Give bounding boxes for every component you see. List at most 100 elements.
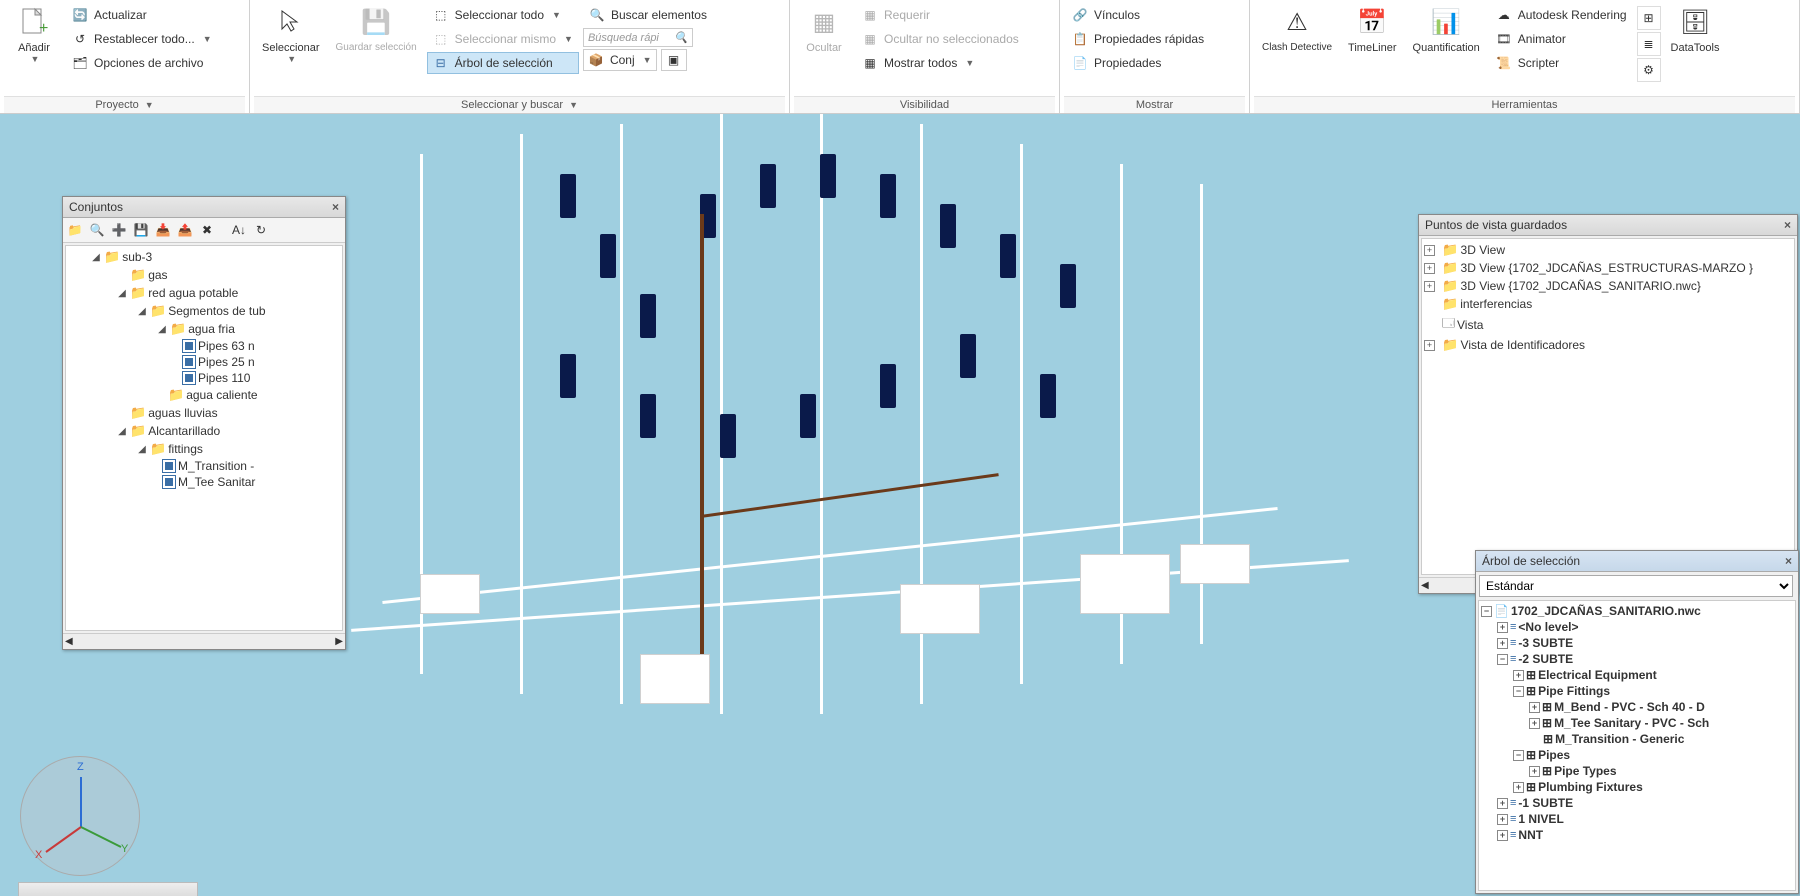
arbol-tree[interactable]: −📄1702_JDCAÑAS_SANITARIO.nwc +≡<No level… [1478, 600, 1796, 891]
datatools-button[interactable]: 🗄 DataTools [1663, 2, 1728, 58]
node-plumb[interactable]: +⊞Plumbing Fixtures [1481, 779, 1793, 795]
node-root[interactable]: −📄1702_JDCAÑAS_SANITARIO.nwc [1481, 603, 1793, 619]
item-icon: ⊞ [1542, 700, 1552, 714]
ocultar-no-sel-button[interactable]: ▦Ocultar no seleccionados [856, 28, 1025, 50]
mostrar-todos-button[interactable]: ▦Mostrar todos▼ [856, 52, 1025, 74]
tool-add[interactable]: ➕ [109, 220, 129, 240]
seleccionar-button[interactable]: Seleccionar ▼ [254, 2, 327, 68]
rendering-button[interactable]: ☁Autodesk Rendering [1490, 4, 1633, 26]
tool-sort[interactable]: A↓ [229, 220, 249, 240]
tool-btn-2[interactable]: ≣ [1637, 32, 1661, 56]
vp-3dview[interactable]: + 📁3D View [1424, 241, 1792, 259]
opciones-archivo-button[interactable]: 🗂Opciones de archivo [66, 52, 218, 74]
conjuntos-titlebar[interactable]: Conjuntos × [63, 197, 345, 218]
tool-export[interactable]: 📤 [175, 220, 195, 240]
tree-node-mtee[interactable]: M_Tee Sanitar [68, 474, 340, 490]
node-pipetypes[interactable]: +⊞Pipe Types [1481, 763, 1793, 779]
tree-node-alcantarillado[interactable]: ◢📁Alcantarillado [68, 422, 340, 440]
close-icon[interactable]: × [332, 200, 339, 214]
conjuntos-tree[interactable]: ◢📁sub-3 📁gas ◢📁red agua potable ◢📁Segmen… [65, 245, 343, 631]
node-mbend[interactable]: +⊞M_Bend - PVC - Sch 40 - D [1481, 699, 1793, 715]
node-mtee[interactable]: +⊞M_Tee Sanitary - PVC - Sch [1481, 715, 1793, 731]
tool-new-folder[interactable]: 📁 [65, 220, 85, 240]
arbol-seleccion-button[interactable]: ⊟Árbol de selección [427, 52, 579, 74]
restablecer-button[interactable]: ↺Restablecer todo...▼ [66, 28, 218, 50]
guardar-seleccion-button[interactable]: 💾 Guardar selección [327, 2, 424, 57]
tree-node-agua-fria[interactable]: ◢📁agua fria [68, 320, 340, 338]
node-pipefit[interactable]: −⊞Pipe Fittings [1481, 683, 1793, 699]
node-nolevel[interactable]: +≡<No level> [1481, 619, 1793, 635]
props-icon: 📄 [1072, 55, 1088, 71]
vinculos-button[interactable]: 🔗Vínculos [1066, 4, 1210, 26]
propiedades-button[interactable]: 📄Propiedades [1066, 52, 1210, 74]
group-label-seleccionar: Seleccionar y buscar [461, 99, 563, 111]
folder-icon: 📁 [130, 405, 146, 421]
puntos-titlebar[interactable]: Puntos de vista guardados × [1419, 215, 1797, 236]
seleccionar-mismo-button[interactable]: ⬚Seleccionar mismo▼ [427, 28, 579, 50]
puntos-tree[interactable]: + 📁3D View + 📁3D View {1702_JDCAÑAS_ESTR… [1421, 238, 1795, 575]
item-icon: ⊞ [1542, 716, 1552, 730]
conjuntos-hscroll[interactable]: ◀▶ [63, 633, 345, 649]
conjuntos-button[interactable]: 📦Conj▼ [583, 49, 657, 71]
vp-interferencias[interactable]: 📁interferencias [1424, 295, 1792, 313]
tool-search[interactable]: 🔍 [87, 220, 107, 240]
node-s2[interactable]: −≡-2 SUBTE [1481, 651, 1793, 667]
vp-3dview-sanitario[interactable]: + 📁3D View {1702_JDCAÑAS_SANITARIO.nwc} [1424, 277, 1792, 295]
node-s1[interactable]: +≡-1 SUBTE [1481, 795, 1793, 811]
propiedades-rapidas-button[interactable]: 📋Propiedades rápidas [1066, 28, 1210, 50]
node-s3[interactable]: +≡-3 SUBTE [1481, 635, 1793, 651]
node-mtrans[interactable]: ⊞M_Transition - Generic [1481, 731, 1793, 747]
tool-import[interactable]: 📥 [153, 220, 173, 240]
timeliner-button[interactable]: 📅 TimeLiner [1340, 2, 1405, 58]
tree-node-pipes110[interactable]: Pipes 110 [68, 370, 340, 386]
group-label-visibilidad: Visibilidad [900, 99, 949, 111]
busqueda-rapida-input[interactable]: Búsqueda rápi🔍 [583, 28, 693, 47]
clash-icon: ⚠ [1281, 6, 1313, 38]
item-icon: ⊞ [1542, 764, 1552, 778]
node-nnt[interactable]: +≡NNT [1481, 827, 1793, 843]
arbol-mode-select[interactable]: Estándar [1479, 575, 1793, 597]
tree-node-fittings[interactable]: ◢📁fittings [68, 440, 340, 458]
seleccionar-todo-button[interactable]: ⬚Seleccionar todo▼ [427, 4, 579, 26]
scripter-button[interactable]: 📜Scripter [1490, 52, 1633, 74]
sets-aux-button[interactable]: ▣ [661, 49, 687, 71]
tree-node-gas[interactable]: 📁gas [68, 266, 340, 284]
tree-node-agua-caliente[interactable]: 📁agua caliente [68, 386, 340, 404]
actualizar-button[interactable]: 🔄Actualizar [66, 4, 218, 26]
ocultar-button[interactable]: ▦ Ocultar [794, 2, 854, 58]
tree-node-sub3[interactable]: ◢📁sub-3 [68, 248, 340, 266]
vp-vista[interactable]: 🗔Vista [1424, 313, 1792, 336]
grid-icon: ⊞ [1641, 10, 1657, 26]
tree-node-pipes63[interactable]: Pipes 63 n [68, 338, 340, 354]
tool-save[interactable]: 💾 [131, 220, 151, 240]
close-icon[interactable]: × [1784, 218, 1791, 232]
tree-node-red-agua[interactable]: ◢📁red agua potable [68, 284, 340, 302]
tool-btn-1[interactable]: ⊞ [1637, 6, 1661, 30]
node-n1[interactable]: +≡1 NIVEL [1481, 811, 1793, 827]
folder-icon: 📁 [150, 303, 166, 319]
arbol-titlebar[interactable]: Árbol de selección × [1476, 551, 1798, 572]
vp-3dview-estructuras[interactable]: + 📁3D View {1702_JDCAÑAS_ESTRUCTURAS-MAR… [1424, 259, 1792, 277]
animator-button[interactable]: 🎞Animator [1490, 28, 1633, 50]
quantification-button[interactable]: 📊 Quantification [1405, 2, 1488, 58]
buscar-elementos-button[interactable]: 🔍Buscar elementos [583, 4, 713, 26]
requerir-button[interactable]: ▦Requerir [856, 4, 1025, 26]
clash-detective-button[interactable]: ⚠ Clash Detective [1254, 2, 1340, 57]
tree-node-segmentos[interactable]: ◢📁Segmentos de tub [68, 302, 340, 320]
category-icon: ⊞ [1526, 668, 1536, 682]
anadir-button[interactable]: + Añadir ▼ [4, 2, 64, 68]
node-pipes[interactable]: −⊞Pipes [1481, 747, 1793, 763]
view-compass[interactable]: Z X Y [20, 756, 140, 876]
tree-node-pipes25[interactable]: Pipes 25 n [68, 354, 340, 370]
close-icon[interactable]: × [1785, 554, 1792, 568]
tree-node-mtransition[interactable]: M_Transition - [68, 458, 340, 474]
vp-vista-identificadores[interactable]: + 📁Vista de Identificadores [1424, 336, 1792, 354]
tool-refresh[interactable]: ↻ [251, 220, 271, 240]
tool-btn-3[interactable]: ⚙ [1637, 58, 1661, 82]
category-icon: ⊞ [1526, 780, 1536, 794]
node-elec[interactable]: +⊞Electrical Equipment [1481, 667, 1793, 683]
tool-delete[interactable]: ✖ [197, 220, 217, 240]
cursor-icon [275, 6, 307, 38]
tree-node-aguas-lluvias[interactable]: 📁aguas lluvias [68, 404, 340, 422]
axis-z: Z [77, 761, 84, 773]
